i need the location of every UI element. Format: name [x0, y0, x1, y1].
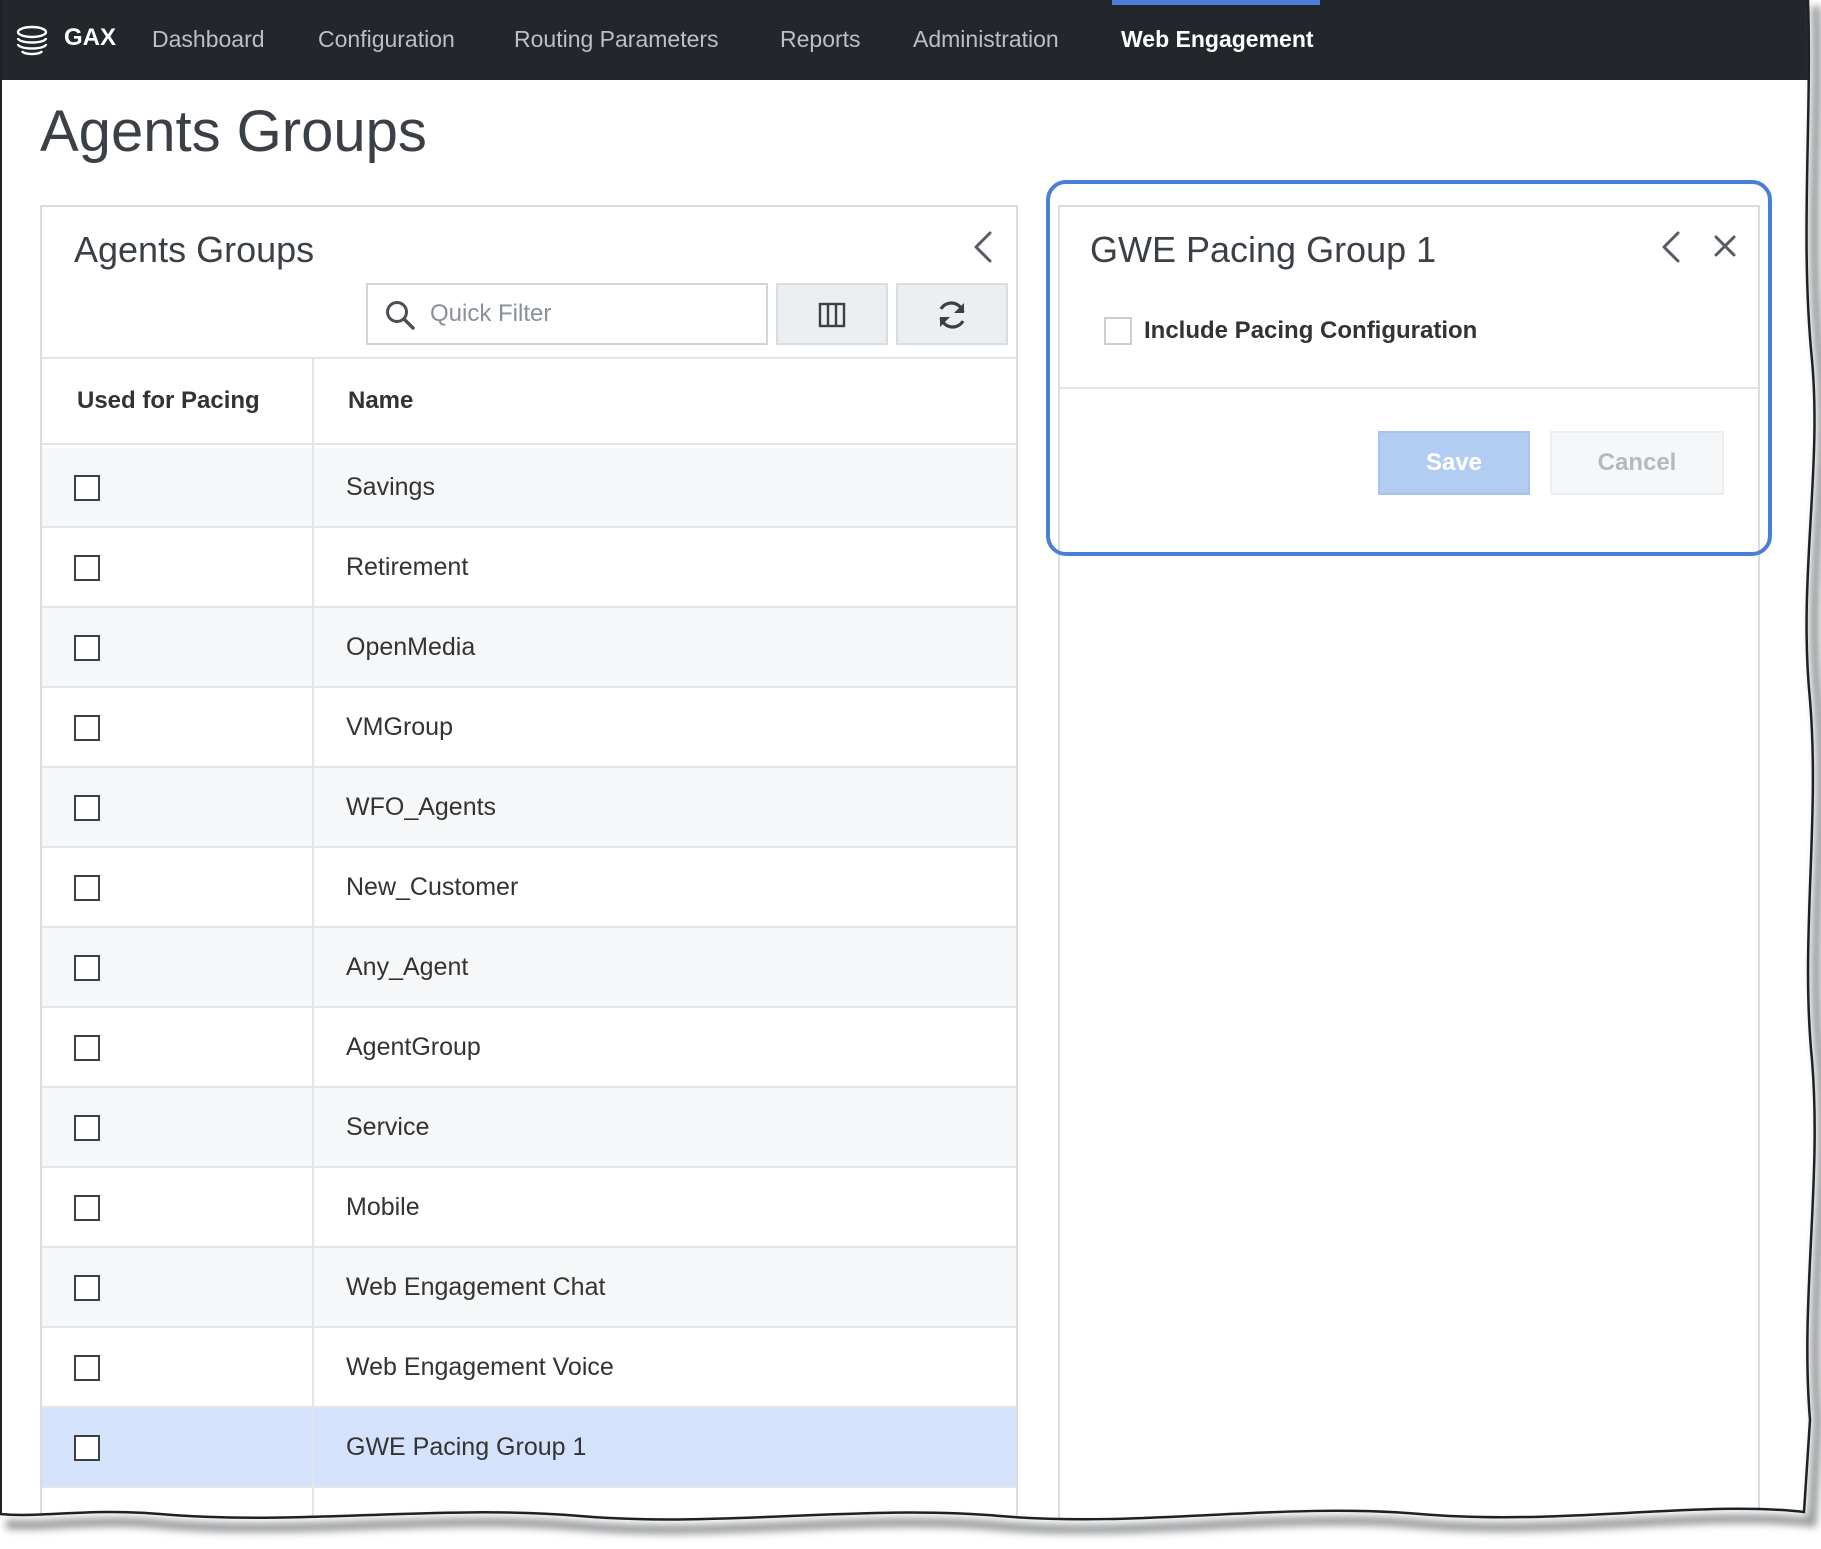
column-header-name[interactable]: Name — [348, 387, 413, 415]
agent-groups-table-body: Savings Retirement OpenMedia VMGroup WFO_Age… — [42, 448, 1016, 1549]
used-for-pacing-checkbox[interactable] — [74, 1435, 100, 1461]
used-for-pacing-checkbox[interactable] — [74, 715, 100, 741]
used-for-pacing-checkbox[interactable] — [74, 1515, 100, 1541]
group-name-cell: GWE Pacing Group 1 — [346, 1433, 587, 1461]
group-name-cell: Mobile — [346, 1193, 420, 1221]
nav-item-routing-parameters[interactable]: Routing Parameters — [514, 26, 719, 53]
include-pacing-label: Include Pacing Configuration — [1144, 317, 1478, 344]
group-name-cell: Web Engagement Voice — [346, 1353, 614, 1381]
nav-item-dashboard[interactable]: Dashboard — [152, 26, 265, 53]
group-name-cell: AgentGroup — [346, 1033, 481, 1061]
group-name-cell: VMGroup — [346, 713, 453, 741]
chevron-left-icon[interactable] — [1654, 227, 1690, 267]
group-name-cell: New_Customer — [346, 873, 519, 901]
used-for-pacing-checkbox[interactable] — [74, 475, 100, 501]
nav-item-web-engagement[interactable]: Web Engagement — [1121, 26, 1314, 53]
column-divider — [312, 357, 314, 1549]
table-row[interactable]: Web Engagement Chat — [42, 1248, 1016, 1328]
list-panel-title: Agents Groups — [74, 229, 315, 270]
group-name-cell: Savings — [346, 473, 435, 501]
table-row[interactable]: Web Engagement Voice — [42, 1328, 1016, 1408]
group-name-cell: WFO_Agents — [346, 793, 497, 821]
table-row[interactable]: Any_Agent — [42, 928, 1016, 1008]
top-navigation-bar: GAX Dashboard Configuration Routing Parame… — [0, 0, 1821, 80]
refresh-button[interactable] — [896, 283, 1008, 345]
used-for-pacing-checkbox[interactable] — [74, 635, 100, 661]
close-icon[interactable] — [1710, 229, 1740, 263]
table-row[interactable]: OpenMedia — [42, 608, 1016, 688]
table-row[interactable]: AgentGroup — [42, 1008, 1016, 1088]
include-pacing-checkbox[interactable] — [1104, 317, 1132, 345]
group-name-cell: Service — [346, 1113, 430, 1141]
group-name-cell: Retirement — [346, 553, 469, 581]
gax-screen: GAX Dashboard Configuration Routing Parame… — [0, 0, 1821, 1549]
table-row[interactable]: WFO_Agents — [42, 768, 1016, 848]
table-row[interactable]: VMGroup — [42, 688, 1016, 768]
cancel-button[interactable]: Cancel — [1550, 431, 1724, 495]
used-for-pacing-checkbox[interactable] — [74, 1035, 100, 1061]
detail-panel-title: GWE Pacing Group 1 — [1090, 229, 1437, 270]
table-header: Used for Pacing Name — [42, 357, 1016, 445]
refresh-icon — [939, 301, 965, 329]
table-row[interactable]: GWE Pacing Group 1 — [42, 1408, 1016, 1488]
columns-icon — [818, 302, 846, 328]
table-row[interactable]: Savings — [42, 448, 1016, 528]
used-for-pacing-checkbox[interactable] — [74, 955, 100, 981]
used-for-pacing-checkbox[interactable] — [74, 1115, 100, 1141]
group-detail-panel: GWE Pacing Group 1 Include Pacing Config… — [1058, 205, 1760, 1549]
table-row[interactable]: Retirement — [42, 528, 1016, 608]
columns-button[interactable] — [776, 283, 888, 345]
column-header-used-for-pacing[interactable]: Used for Pacing — [77, 387, 260, 415]
group-name-cell: OpenMedia — [346, 633, 476, 661]
used-for-pacing-checkbox[interactable] — [74, 795, 100, 821]
group-name-cell: GWE Pacing Group 2 — [346, 1513, 587, 1541]
group-name-cell: Any_Agent — [346, 953, 469, 981]
table-row[interactable]: New_Customer — [42, 848, 1016, 928]
table-row[interactable]: Service — [42, 1088, 1016, 1168]
nav-item-administration[interactable]: Administration — [913, 26, 1059, 53]
active-tab-indicator — [1112, 0, 1320, 5]
agent-groups-list-panel: Agents Groups Quick Filter Used for Paci… — [40, 205, 1018, 1549]
page-title: Agents Groups — [40, 99, 427, 164]
quick-filter-input[interactable] — [430, 295, 750, 333]
gax-logo-icon — [16, 25, 48, 56]
search-icon — [386, 301, 415, 330]
used-for-pacing-checkbox[interactable] — [74, 555, 100, 581]
detail-divider — [1060, 387, 1758, 389]
table-row[interactable]: Mobile — [42, 1168, 1016, 1248]
group-name-cell: Web Engagement Chat — [346, 1273, 606, 1301]
used-for-pacing-checkbox[interactable] — [74, 875, 100, 901]
nav-item-reports[interactable]: Reports — [780, 26, 861, 53]
brand-name: GAX — [64, 24, 117, 51]
used-for-pacing-checkbox[interactable] — [74, 1275, 100, 1301]
nav-item-configuration[interactable]: Configuration — [318, 26, 455, 53]
chevron-left-icon[interactable] — [966, 227, 1002, 267]
used-for-pacing-checkbox[interactable] — [74, 1355, 100, 1381]
quick-filter-field[interactable] — [366, 283, 768, 345]
table-row[interactable]: GWE Pacing Group 2 — [42, 1488, 1016, 1549]
used-for-pacing-checkbox[interactable] — [74, 1195, 100, 1221]
save-button[interactable]: Save — [1378, 431, 1530, 495]
